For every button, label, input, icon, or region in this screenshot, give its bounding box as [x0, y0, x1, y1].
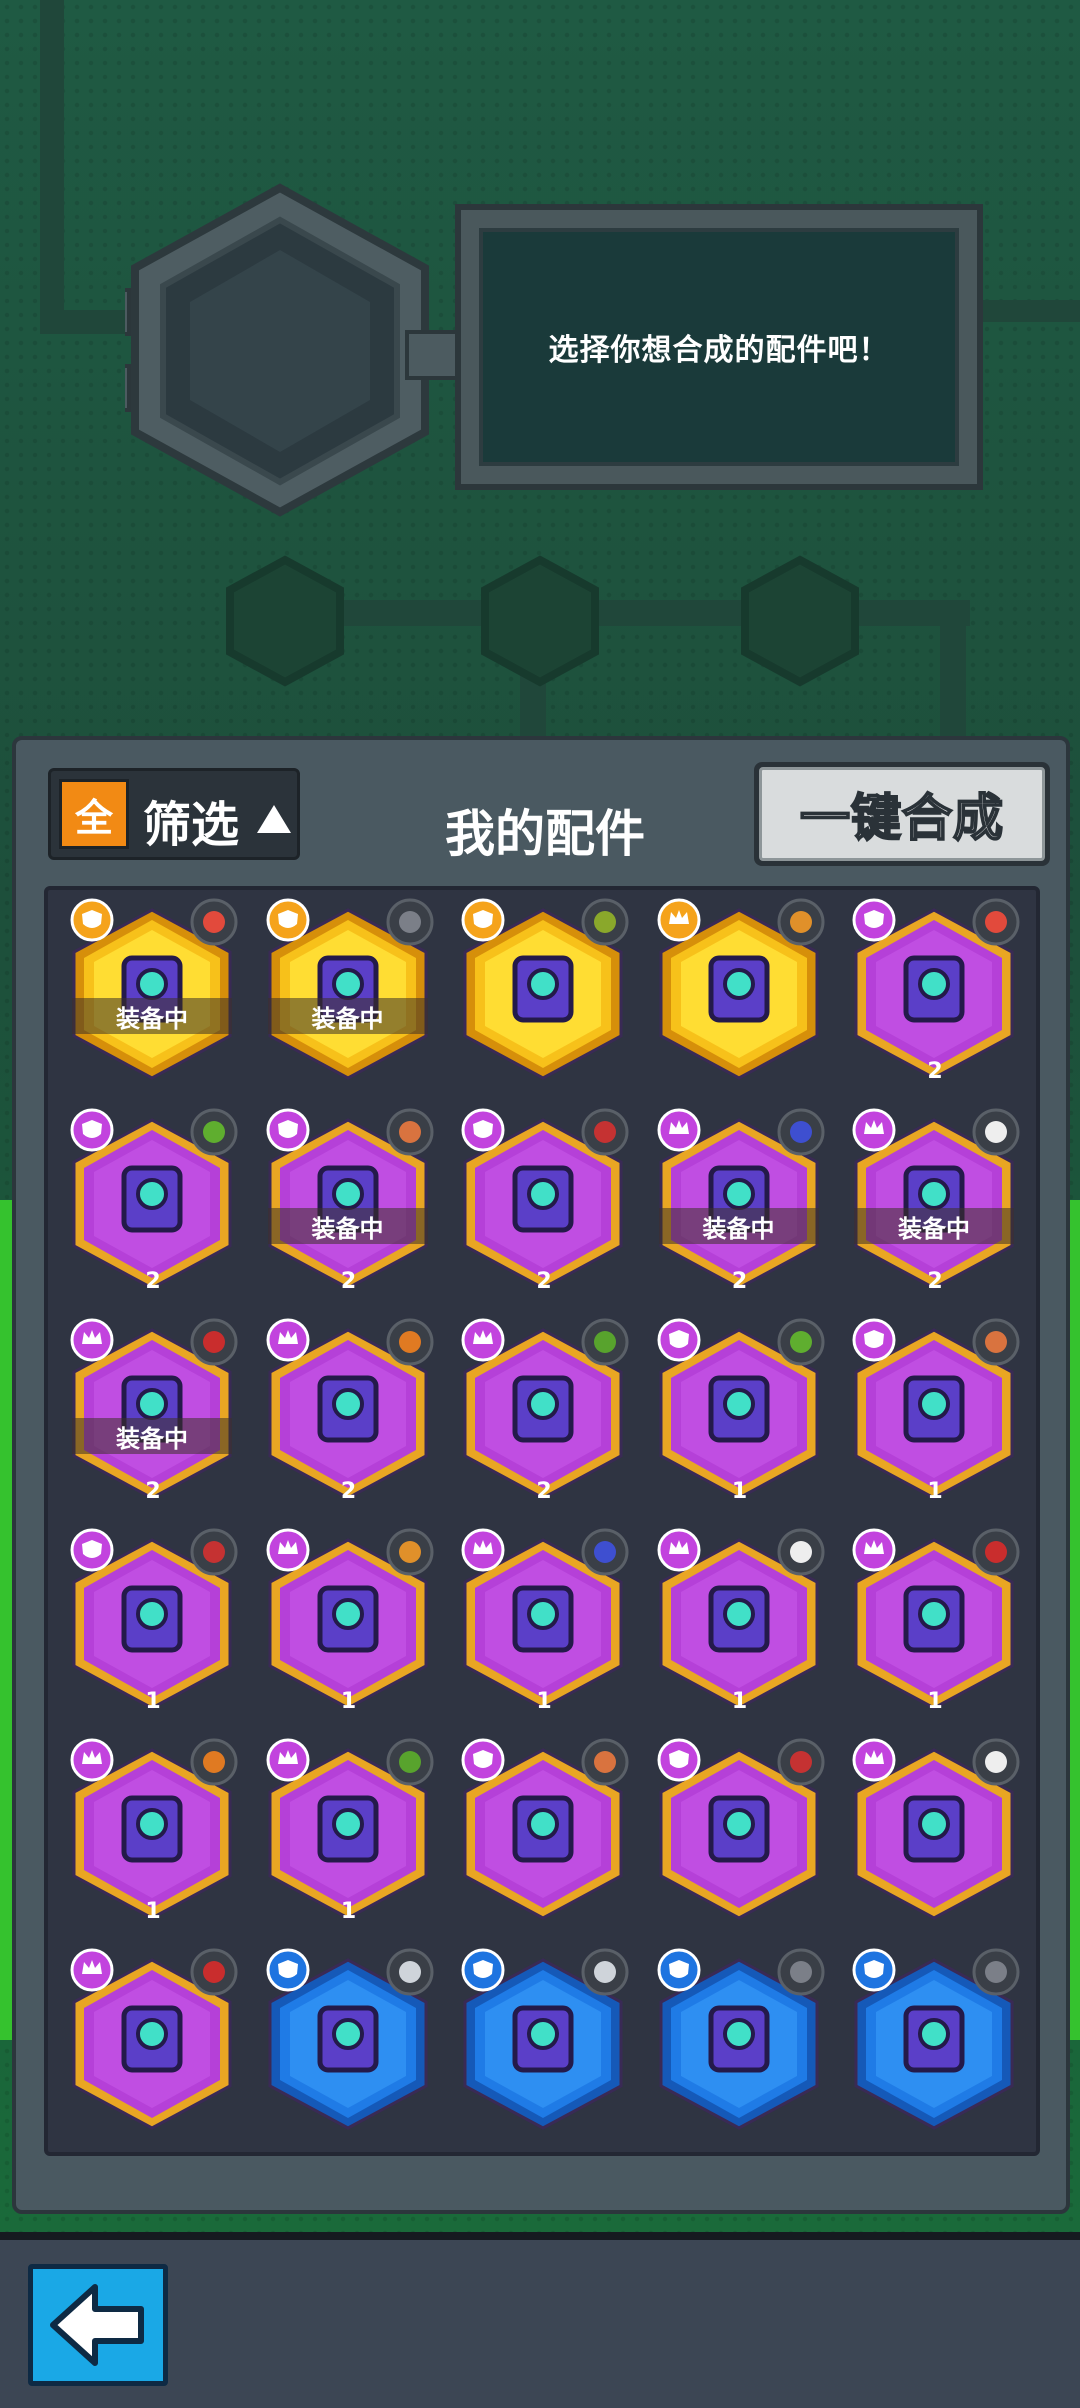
rocket-icon [974, 900, 1018, 944]
accessory-item[interactable] [649, 1946, 829, 2132]
count-badge: 2 [340, 1268, 357, 1294]
accessory-item[interactable]: 装备中 2 [844, 1106, 1024, 1294]
accessory-item[interactable]: 1 [649, 1526, 829, 1714]
pipe [40, 0, 64, 330]
accessory-item[interactable]: 1 [844, 1316, 1024, 1504]
brick-icon [583, 1740, 627, 1784]
gear-icon [779, 1950, 823, 1994]
accessory-item[interactable] [258, 1946, 438, 2132]
brick-icon [388, 1110, 432, 1154]
tape-icon [192, 1950, 236, 1994]
accessory-item[interactable]: 2 [844, 896, 1024, 1084]
soccer-icon [779, 1530, 823, 1574]
drill-icon [388, 1530, 432, 1574]
count-badge: 1 [340, 1898, 357, 1924]
equipped-label: 装备中 [267, 998, 428, 1034]
tape-icon [974, 1530, 1018, 1574]
melon-icon [779, 1320, 823, 1364]
accessory-grid: 装备中 装备中 2 2 装备中 2 2 装备中 2 装备中 2 装备中 2 2 2 1 1 1 1 1 1 1 1 1 [44, 886, 1040, 2156]
accessory-item[interactable]: 1 [649, 1316, 829, 1504]
count-badge: 2 [145, 1478, 161, 1504]
accessory-item[interactable] [844, 1946, 1024, 2132]
accessory-item[interactable]: 2 [62, 1106, 242, 1294]
brick-icon [974, 1320, 1018, 1364]
accessory-item[interactable] [62, 1946, 242, 2132]
accessory-item[interactable] [649, 896, 829, 1082]
gear-icon [974, 1950, 1018, 1994]
accessory-item[interactable] [844, 1736, 1024, 1922]
count-badge: 1 [145, 1688, 161, 1714]
boomerang-icon [192, 1530, 236, 1574]
accessory-item[interactable]: 2 [453, 1316, 633, 1504]
accessory-item[interactable]: 1 [453, 1526, 633, 1714]
accessory-item[interactable] [453, 896, 633, 1082]
count-badge: 2 [927, 1268, 943, 1294]
cone-icon [779, 1110, 823, 1154]
bottle-icon [388, 1740, 432, 1784]
count-badge: 1 [340, 1688, 357, 1714]
bottom-bar [0, 2232, 1080, 2408]
accessory-item[interactable]: 装备中 [62, 896, 242, 1082]
accessory-item[interactable]: 1 [258, 1736, 438, 1924]
merge-all-label: 一键合成 [799, 788, 1004, 848]
count-badge: 2 [731, 1268, 748, 1294]
count-badge: 2 [536, 1478, 552, 1504]
cone-icon [583, 1530, 627, 1574]
count-badge: 2 [927, 1058, 943, 1084]
accessory-item[interactable] [649, 1736, 829, 1922]
count-badge: 2 [536, 1268, 552, 1294]
prompt-box: 选择你想合成的配件吧！ [455, 204, 983, 490]
prompt-text: 选择你想合成的配件吧！ [548, 333, 890, 368]
fox-icon [388, 1320, 432, 1364]
accessory-item[interactable] [453, 1946, 633, 2132]
spore-icon [583, 900, 627, 944]
count-badge: 2 [340, 1478, 357, 1504]
merge-all-button[interactable]: 一键合成 [754, 762, 1050, 866]
accessories-panel: 全 筛选 我的配件 一键合成 装备中 装备中 2 2 装备中 2 2 装备中 2 装备中 2 装备中 2… [12, 736, 1070, 2214]
boomerang-icon [779, 1740, 823, 1784]
equipped-label: 装备中 [72, 998, 232, 1034]
gear-icon [388, 900, 432, 944]
accessory-item[interactable] [453, 1736, 633, 1922]
count-badge: 1 [536, 1688, 552, 1714]
equipped-label: 装备中 [658, 1208, 819, 1244]
count-badge: 1 [145, 1898, 161, 1924]
feather-icon [583, 1950, 627, 1994]
soccer-icon [974, 1110, 1018, 1154]
feather-icon [388, 1950, 432, 1994]
accessory-item[interactable]: 装备中 2 [62, 1316, 242, 1504]
soccer-icon [974, 1740, 1018, 1784]
accessory-item[interactable]: 装备中 [258, 896, 438, 1082]
melon-icon [192, 1110, 236, 1154]
accessory-item[interactable]: 2 [453, 1106, 633, 1294]
accessory-item[interactable]: 2 [258, 1316, 438, 1504]
arrow-left-icon [50, 2284, 144, 2366]
rocket-icon [192, 900, 236, 944]
accessory-item[interactable]: 1 [62, 1526, 242, 1714]
count-badge: 1 [731, 1478, 748, 1504]
bottle-icon [583, 1320, 627, 1364]
accessory-item[interactable]: 1 [62, 1736, 242, 1924]
equipped-label: 装备中 [267, 1208, 428, 1244]
count-badge: 2 [145, 1268, 161, 1294]
tape-icon [192, 1320, 236, 1364]
back-button[interactable] [28, 2264, 168, 2386]
equipped-label: 装备中 [72, 1418, 232, 1454]
fox-icon [192, 1740, 236, 1784]
circuit-hexes [226, 555, 859, 687]
accessory-item[interactable]: 1 [844, 1526, 1024, 1714]
count-badge: 1 [927, 1478, 943, 1504]
drill-icon [779, 900, 823, 944]
boomerang-icon [583, 1110, 627, 1154]
count-badge: 1 [731, 1688, 748, 1714]
accessory-item[interactable]: 装备中 2 [258, 1106, 438, 1294]
accessory-item[interactable]: 装备中 2 [649, 1106, 829, 1294]
count-badge: 1 [927, 1688, 943, 1714]
pipe [970, 300, 1080, 322]
accessory-item[interactable]: 1 [258, 1526, 438, 1714]
equipped-label: 装备中 [854, 1208, 1014, 1244]
